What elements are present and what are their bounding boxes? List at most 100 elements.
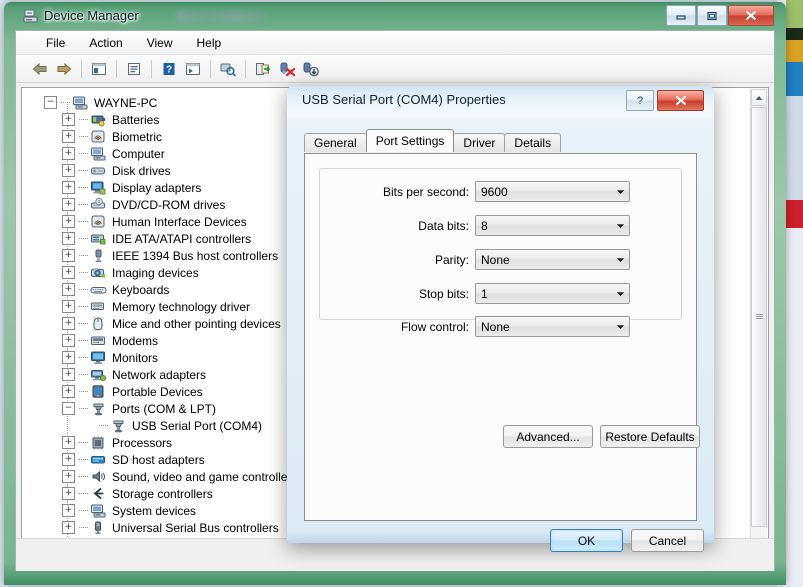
tab-driver[interactable]: Driver xyxy=(453,133,506,152)
combo-data-bits[interactable]: 8 xyxy=(475,215,630,236)
expand-icon[interactable]: + xyxy=(62,317,75,330)
expand-icon[interactable]: + xyxy=(62,334,75,347)
tree-item-label: Memory technology driver xyxy=(112,299,251,314)
field-bits-per-second: Bits per second: 9600 xyxy=(319,181,630,202)
expand-icon[interactable]: + xyxy=(62,453,75,466)
combo-stop-bits-value: 1 xyxy=(481,286,488,301)
menu-view[interactable]: View xyxy=(137,33,183,53)
expand-icon[interactable]: + xyxy=(62,385,75,398)
expand-icon[interactable]: + xyxy=(62,113,75,126)
uninstall-device-icon[interactable] xyxy=(275,58,299,80)
forward-icon[interactable] xyxy=(52,58,76,80)
tree-item-label: Disk drives xyxy=(112,163,171,178)
menu-action[interactable]: Action xyxy=(79,33,132,53)
svg-text:?: ? xyxy=(166,64,172,75)
tree-vertical-scrollbar[interactable] xyxy=(750,89,767,561)
expand-icon[interactable]: + xyxy=(62,130,75,143)
cancel-button[interactable]: Cancel xyxy=(631,529,704,552)
combo-flow-control[interactable]: None xyxy=(475,316,630,337)
window-controls xyxy=(665,5,774,26)
tree-connector xyxy=(79,458,88,461)
expand-icon[interactable]: + xyxy=(62,283,75,296)
portable-device-icon xyxy=(90,384,107,399)
scan-for-hardware-changes-icon[interactable] xyxy=(216,58,240,80)
chevron-down-icon[interactable] xyxy=(612,317,629,336)
show-hide-console-tree-icon[interactable] xyxy=(87,58,111,80)
help-icon[interactable]: ? xyxy=(157,58,181,80)
chevron-down-icon[interactable] xyxy=(612,250,629,269)
expand-icon[interactable]: + xyxy=(62,164,75,177)
tree-item-label: Ports (COM & LPT) xyxy=(112,401,217,416)
expand-icon[interactable]: + xyxy=(62,198,75,211)
expand-icon[interactable]: + xyxy=(62,266,75,279)
processor-icon xyxy=(90,435,107,450)
expand-icon[interactable]: + xyxy=(62,249,75,262)
menu-file[interactable]: File xyxy=(36,33,75,53)
tab-details[interactable]: Details xyxy=(504,133,562,152)
scrollbar-thumb[interactable] xyxy=(751,107,767,527)
expand-icon[interactable]: + xyxy=(62,521,75,534)
view-icon[interactable] xyxy=(181,58,205,80)
expand-icon[interactable]: + xyxy=(62,300,75,313)
expand-icon[interactable]: + xyxy=(62,470,75,483)
tab-port-settings[interactable]: Port Settings xyxy=(365,129,455,152)
expand-icon[interactable]: + xyxy=(62,147,75,160)
chevron-down-icon[interactable] xyxy=(612,284,629,303)
port-properties-dialog: USB Serial Port (COM4) Properties ? Gene… xyxy=(287,86,714,552)
restore-defaults-button[interactable]: Restore Defaults xyxy=(600,425,700,448)
battery-icon xyxy=(90,112,107,127)
tree-connector xyxy=(79,322,88,325)
tree-connector xyxy=(79,135,88,138)
chevron-down-icon[interactable] xyxy=(612,182,629,201)
expand-icon[interactable]: + xyxy=(62,504,75,517)
field-flow-control: Flow control: None xyxy=(319,316,630,337)
tab-panel-port-settings: Bits per second: 9600 Data bits: 8 Parit… xyxy=(304,153,700,521)
dialog-close-button[interactable] xyxy=(657,90,704,111)
tree-connector xyxy=(61,101,70,104)
combo-stop-bits[interactable]: 1 xyxy=(475,283,630,304)
combo-bits-per-second[interactable]: 9600 xyxy=(475,181,630,202)
computer-icon xyxy=(72,95,89,110)
expand-icon[interactable]: + xyxy=(62,487,75,500)
dialog-titlebar[interactable]: USB Serial Port (COM4) Properties ? xyxy=(287,86,714,116)
monitor-icon xyxy=(90,350,107,365)
tree-connector xyxy=(79,492,88,495)
close-button[interactable] xyxy=(728,5,774,26)
toolbar-separator xyxy=(151,59,152,78)
expand-icon[interactable]: + xyxy=(62,351,75,364)
dialog-help-button[interactable]: ? xyxy=(626,90,654,111)
combo-parity-value: None xyxy=(481,252,510,267)
tree-spacer xyxy=(84,420,95,431)
combo-parity[interactable]: None xyxy=(475,249,630,270)
back-icon[interactable] xyxy=(28,58,52,80)
properties-icon[interactable] xyxy=(122,58,146,80)
combo-flow-control-value: None xyxy=(481,319,510,334)
sd-adapter-icon xyxy=(90,452,107,467)
expand-icon[interactable]: + xyxy=(62,215,75,228)
minimize-button[interactable] xyxy=(666,5,696,26)
collapse-icon[interactable]: − xyxy=(44,96,57,109)
expand-icon[interactable]: + xyxy=(62,181,75,194)
ok-button[interactable]: OK xyxy=(550,529,623,552)
tree-connector xyxy=(79,390,88,393)
chevron-down-icon[interactable] xyxy=(612,216,629,235)
tree-item-label: WAYNE-PC xyxy=(94,95,158,110)
tree-connector xyxy=(79,152,88,155)
collapse-icon[interactable]: − xyxy=(62,402,75,415)
window-titlebar[interactable]: Device Manager xyxy=(4,2,786,30)
tree-connector xyxy=(79,186,88,189)
tree-item-label: IEEE 1394 Bus host controllers xyxy=(112,248,279,263)
expand-icon[interactable]: + xyxy=(62,232,75,245)
update-driver-software-icon[interactable] xyxy=(251,58,275,80)
disable-device-icon[interactable] xyxy=(299,58,323,80)
advanced-button[interactable]: Advanced... xyxy=(503,425,593,448)
disk-drive-icon xyxy=(90,163,107,178)
tab-general[interactable]: General xyxy=(304,133,367,152)
expand-icon[interactable]: + xyxy=(62,436,75,449)
toolbar-separator xyxy=(116,59,117,78)
menu-help[interactable]: Help xyxy=(187,33,232,53)
maximize-button[interactable] xyxy=(697,5,727,26)
expand-icon[interactable]: + xyxy=(62,368,75,381)
background-color-strip xyxy=(786,0,803,587)
scroll-up-icon[interactable] xyxy=(751,89,767,106)
